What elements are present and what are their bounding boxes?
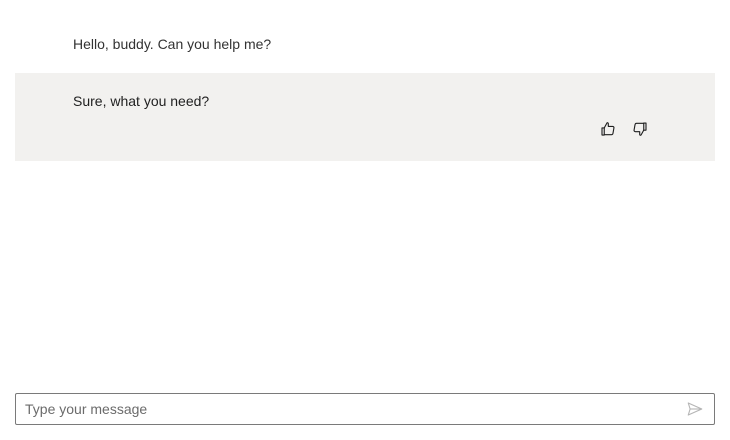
chat-window: Hello, buddy. Can you help me? Sure, wha…	[0, 0, 730, 440]
user-message: Hello, buddy. Can you help me?	[15, 16, 715, 73]
assistant-message-text: Sure, what you need?	[73, 93, 210, 109]
thumbs-up-icon[interactable]	[598, 119, 618, 139]
thumbs-down-icon[interactable]	[630, 119, 650, 139]
message-composer	[15, 393, 715, 425]
send-icon[interactable]	[686, 400, 704, 418]
message-input[interactable]	[16, 394, 666, 424]
message-feedback	[598, 119, 650, 139]
assistant-message: Sure, what you need?	[15, 73, 715, 161]
user-message-text: Hello, buddy. Can you help me?	[73, 36, 272, 52]
